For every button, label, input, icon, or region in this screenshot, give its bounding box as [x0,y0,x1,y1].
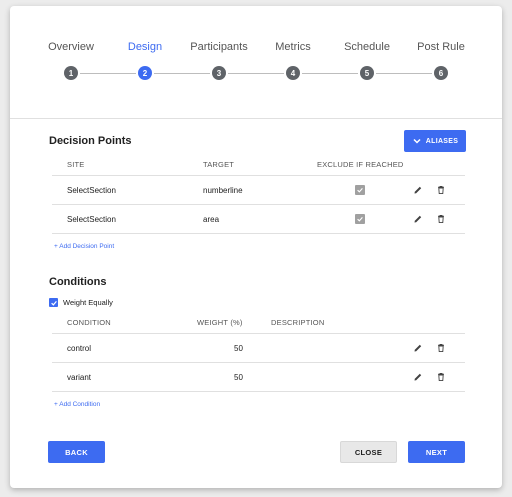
table-header: CONDITION WEIGHT (%) DESCRIPTION [52,312,465,334]
trash-icon [438,185,444,195]
back-button[interactable]: BACK [48,441,105,463]
column-header-exclude: EXCLUDE IF REACHED [317,160,404,169]
delete-button[interactable] [435,213,447,225]
weight-equally-checkbox[interactable] [49,298,58,307]
step-connector [80,73,136,74]
table-header: SITE TARGET EXCLUDE IF REACHED [52,154,465,176]
step-label-post-rule[interactable]: Post Rule [417,41,465,53]
step-circle-4[interactable]: 4 [286,66,300,80]
step-label-metrics[interactable]: Metrics [275,41,310,53]
step-label-schedule[interactable]: Schedule [344,41,390,53]
site-cell: SelectSection [67,186,116,195]
exclude-checkbox [355,185,365,195]
column-header-description: DESCRIPTION [271,318,325,327]
edit-button[interactable] [412,213,424,225]
aliases-label: ALIASES [425,137,459,145]
edit-button[interactable] [412,371,424,383]
add-condition-link[interactable]: + Add Condition [54,401,100,408]
trash-icon [438,372,444,382]
edit-button[interactable] [412,184,424,196]
target-cell: area [203,215,220,224]
delete-button[interactable] [435,371,447,383]
step-connector [228,73,284,74]
add-decision-point-link[interactable]: + Add Decision Point [54,243,114,250]
step-label-overview[interactable]: Overview [48,41,94,53]
decision-points-table: SITE TARGET EXCLUDE IF REACHED SelectSec… [52,154,465,234]
check-icon [50,300,57,306]
column-header-weight: WEIGHT (%) [197,318,243,327]
next-button[interactable]: NEXT [408,441,465,463]
chevron-down-icon [413,138,421,144]
weight-cell: 50 [234,344,243,353]
table-row: SelectSection area [52,205,465,234]
experiment-dialog: Overview Design Participants Metrics Sch… [10,6,502,488]
step-connector [154,73,210,74]
condition-cell: variant [67,373,92,382]
pencil-icon [414,373,422,381]
pencil-icon [414,344,422,352]
step-label-participants[interactable]: Participants [190,41,247,53]
step-circle-1[interactable]: 1 [64,66,78,80]
table-row: SelectSection numberline [52,176,465,205]
step-circle-6[interactable]: 6 [434,66,448,80]
weight-cell: 50 [234,373,243,382]
delete-button[interactable] [435,342,447,354]
delete-button[interactable] [435,184,447,196]
step-connector [302,73,358,74]
column-header-condition: CONDITION [67,318,111,327]
column-header-target: TARGET [203,160,235,169]
trash-icon [438,343,444,353]
step-circle-3[interactable]: 3 [212,66,226,80]
step-label-design[interactable]: Design [128,41,162,53]
check-icon [357,188,363,193]
conditions-title: Conditions [49,276,107,288]
check-icon [357,217,363,222]
site-cell: SelectSection [67,215,116,224]
column-header-site: SITE [67,160,85,169]
table-row: control 50 [52,334,465,363]
trash-icon [438,214,444,224]
exclude-checkbox [355,214,365,224]
table-row: variant 50 [52,363,465,392]
pencil-icon [414,186,422,194]
decision-points-title: Decision Points [49,135,132,147]
target-cell: numberline [203,186,243,195]
step-connector [376,73,432,74]
close-button[interactable]: CLOSE [340,441,397,463]
weight-equally-label: Weight Equally [63,298,113,307]
condition-cell: control [67,344,92,353]
step-circle-2[interactable]: 2 [138,66,152,80]
edit-button[interactable] [412,342,424,354]
pencil-icon [414,215,422,223]
step-circle-5[interactable]: 5 [360,66,374,80]
stepper: Overview Design Participants Metrics Sch… [10,6,502,119]
conditions-table: CONDITION WEIGHT (%) DESCRIPTION control… [52,312,465,392]
aliases-button[interactable]: ALIASES [404,130,466,152]
